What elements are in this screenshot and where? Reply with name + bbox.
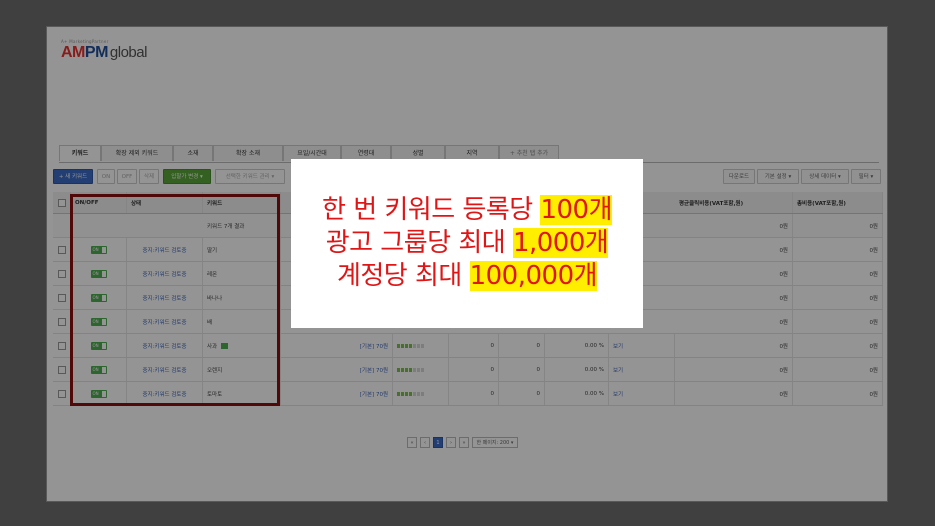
popup-line-3: 계정당 최대 100,000개 xyxy=(336,260,598,293)
popup-line-1-text: 한 번 키워드 등록당 xyxy=(322,195,541,225)
popup-line-3-text: 계정당 최대 xyxy=(336,261,470,291)
popup-line-2: 광고 그룹당 최대 1,000개 xyxy=(326,227,609,260)
popup-line-3-highlight: 100,000개 xyxy=(469,261,598,291)
popup-line-1: 한 번 키워드 등록당 100개 xyxy=(322,194,612,227)
popup-line-2-text: 광고 그룹당 최대 xyxy=(325,228,513,258)
popup-line-2-highlight: 1,000개 xyxy=(512,228,609,258)
popup-line-1-highlight: 100개 xyxy=(540,195,612,225)
limit-info-popup: 한 번 키워드 등록당 100개 광고 그룹당 최대 1,000개 계정당 최대… xyxy=(291,159,643,328)
